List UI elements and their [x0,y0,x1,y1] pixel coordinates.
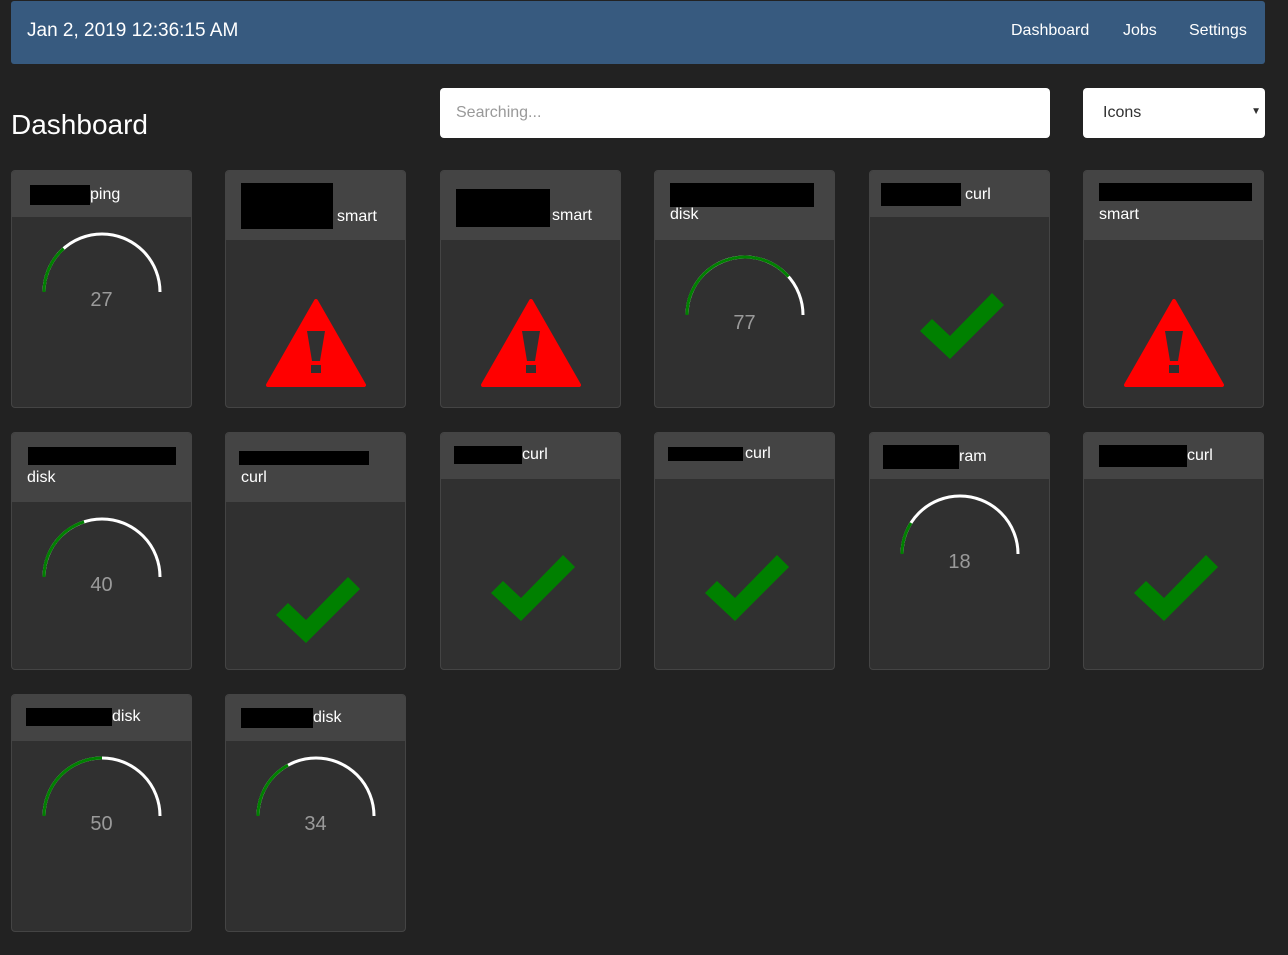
gauge-fill [42,247,65,293]
card-header: disk [655,171,834,240]
check-card[interactable]: disk 34 [225,694,406,932]
gauge-value: 40 [90,574,113,596]
gauge-value: 18 [948,551,971,573]
gauge-value: 50 [90,813,113,835]
gauge-track [42,756,162,817]
card-header: curl [655,433,834,479]
redacted-host [28,447,176,465]
check-card[interactable]: ram 18 [869,432,1050,670]
view-mode-selected-value: Icons [1103,104,1142,121]
check-type-label: curl [522,446,548,463]
gauge-fill [42,520,85,578]
redacted-host [668,447,743,461]
gauge [42,756,162,817]
warning-icon [266,299,366,387]
gauge-fill [256,763,289,817]
gauge-value: 34 [304,813,327,835]
gauge [900,494,1020,555]
page-title: Dashboard [11,109,148,140]
redacted-host [454,446,522,464]
check-card[interactable]: curl [1083,432,1264,670]
check-card[interactable]: smart [1083,170,1264,408]
search-input[interactable] [440,88,1050,138]
redacted-host [883,445,959,469]
gauge-track [685,255,805,316]
check-card[interactable]: curl [869,170,1050,408]
card-header: disk [12,695,191,741]
gauge-track [256,756,376,817]
gauge [685,255,805,316]
checkmark-icon [491,555,575,621]
check-type-label: ram [959,448,987,465]
redacted-host [456,189,550,227]
checkmark-icon [705,555,789,621]
nav-link-jobs[interactable]: Jobs [1123,22,1157,40]
check-card[interactable]: curl [654,432,835,670]
checkmark-icon [920,293,1004,359]
card-header: ram [870,433,1049,479]
redacted-host [670,183,814,207]
redacted-host [1099,183,1252,201]
redacted-host [26,708,112,726]
card-header: curl [1084,433,1263,479]
checkmark-icon [1134,555,1218,621]
card-header: curl [870,171,1049,217]
redacted-host [30,185,90,205]
card-header: disk [226,695,405,741]
check-type-label: smart [1099,206,1139,223]
view-mode-select[interactable]: Icons ▼ [1083,88,1265,138]
check-card[interactable]: curl [225,432,406,670]
card-header: curl [226,433,405,502]
check-card[interactable]: ping 27 [11,170,192,408]
check-card[interactable]: disk 50 [11,694,192,932]
datetime-display: Jan 2, 2019 12:36:15 AM [27,20,239,41]
redacted-host [241,183,333,229]
gauge-fill [685,255,790,316]
redacted-host [881,183,961,206]
check-type-label: disk [313,709,342,726]
gauge-track [42,517,162,578]
check-type-label: curl [1187,447,1213,464]
card-header: smart [1084,171,1263,240]
chevron-down-icon: ▼ [1251,106,1261,117]
card-header: curl [441,433,620,479]
check-type-label: curl [745,445,771,462]
gauge-value: 77 [733,312,756,334]
check-card[interactable]: disk 40 [11,432,192,670]
nav-link-dashboard[interactable]: Dashboard [1011,22,1089,40]
gauge [42,232,162,293]
redacted-host [241,708,313,728]
check-card[interactable]: disk 77 [654,170,835,408]
navbar: Jan 2, 2019 12:36:15 AM Dashboard Jobs S… [11,1,1265,64]
check-card[interactable]: smart [440,170,621,408]
check-type-label: disk [27,469,56,486]
gauge [256,756,376,817]
card-header: smart [226,171,405,240]
check-card[interactable]: smart [225,170,406,408]
check-type-label: curl [965,185,991,203]
redacted-host [239,450,369,465]
card-header: ping [12,171,191,217]
card-header: disk [12,433,191,502]
warning-icon [481,299,581,387]
check-type-label: ping [90,186,121,203]
check-type-label: disk [670,206,699,223]
card-header: smart [441,171,620,240]
check-card[interactable]: curl [440,432,621,670]
check-type-label: smart [337,208,377,225]
check-type-label: smart [552,207,592,224]
checkmark-icon [276,577,360,643]
nav-link-settings[interactable]: Settings [1189,22,1247,40]
gauge-fill [42,756,103,817]
warning-icon [1124,299,1224,387]
check-type-label: curl [241,469,267,486]
gauge-track [900,494,1020,555]
gauge [42,517,162,578]
gauge-track [42,232,162,293]
check-type-label: disk [112,708,141,725]
gauge-value: 27 [90,289,113,311]
redacted-host [1099,445,1187,467]
